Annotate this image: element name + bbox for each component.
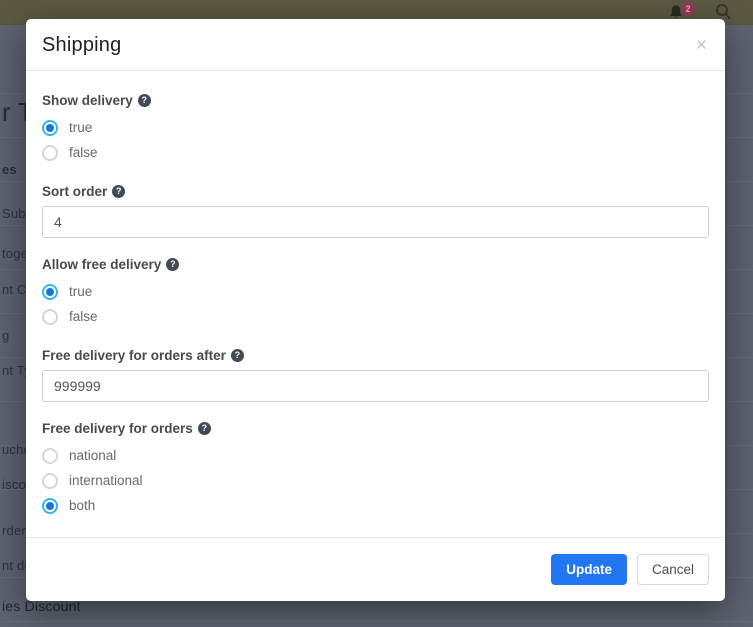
radio-free-delivery-both[interactable]: both <box>42 493 709 518</box>
radio-label: false <box>69 145 98 160</box>
radio-allow-free-false[interactable]: false <box>42 304 709 329</box>
bg-text-fragment: g <box>2 328 9 343</box>
field-label: Sort order <box>42 184 107 199</box>
field-sort-order: Sort order ? <box>42 184 709 238</box>
field-label: Free delivery for orders after <box>42 348 226 363</box>
modal-header: Shipping × <box>26 19 725 71</box>
update-button[interactable]: Update <box>551 554 627 585</box>
bg-text-fragment: es <box>2 162 17 177</box>
modal-title: Shipping <box>42 34 121 57</box>
free-delivery-after-input[interactable] <box>42 370 709 402</box>
bg-text-fragment: rder <box>2 523 26 538</box>
radio-free-delivery-national[interactable]: national <box>42 443 709 468</box>
help-icon[interactable]: ? <box>138 94 151 107</box>
radio-label: both <box>69 498 95 513</box>
radio-label: national <box>69 448 116 463</box>
radio-free-delivery-international[interactable]: international <box>42 468 709 493</box>
sort-order-input[interactable] <box>42 206 709 238</box>
field-label: Show delivery <box>42 93 133 108</box>
field-allow-free-delivery: Allow free delivery ? true false <box>42 257 709 329</box>
radio-icon <box>42 120 58 136</box>
modal-body: Show delivery ? true false Sort order ? <box>26 71 725 537</box>
radio-icon <box>42 284 58 300</box>
radio-icon <box>42 145 58 161</box>
field-label: Allow free delivery <box>42 257 161 272</box>
field-free-delivery-after: Free delivery for orders after ? <box>42 348 709 402</box>
radio-label: true <box>69 284 92 299</box>
help-icon[interactable]: ? <box>231 349 244 362</box>
radio-label: true <box>69 120 92 135</box>
screen: 2 r Tu es Sub- toge nt C g nt Ty uche is… <box>0 0 753 627</box>
help-icon[interactable]: ? <box>112 185 125 198</box>
radio-label: international <box>69 473 143 488</box>
radio-show-delivery-false[interactable]: false <box>42 140 709 165</box>
cancel-button[interactable]: Cancel <box>637 554 709 585</box>
notification-badge: 2 <box>681 2 695 16</box>
radio-allow-free-true[interactable]: true <box>42 279 709 304</box>
field-label: Free delivery for orders <box>42 421 193 436</box>
help-icon[interactable]: ? <box>198 422 211 435</box>
field-free-delivery-for: Free delivery for orders ? national inte… <box>42 421 709 518</box>
help-icon[interactable]: ? <box>166 258 179 271</box>
radio-icon <box>42 448 58 464</box>
radio-show-delivery-true[interactable]: true <box>42 115 709 140</box>
shipping-modal: Shipping × Show delivery ? true false <box>26 19 725 601</box>
modal-footer: Update Cancel <box>26 537 725 601</box>
radio-icon <box>42 498 58 514</box>
radio-icon <box>42 309 58 325</box>
bg-text-fragment: toge <box>2 246 28 261</box>
radio-label: false <box>69 309 98 324</box>
field-show-delivery: Show delivery ? true false <box>42 93 709 165</box>
radio-icon <box>42 473 58 489</box>
close-icon[interactable]: × <box>694 36 709 55</box>
bg-text-fragment: nt C <box>2 282 27 297</box>
